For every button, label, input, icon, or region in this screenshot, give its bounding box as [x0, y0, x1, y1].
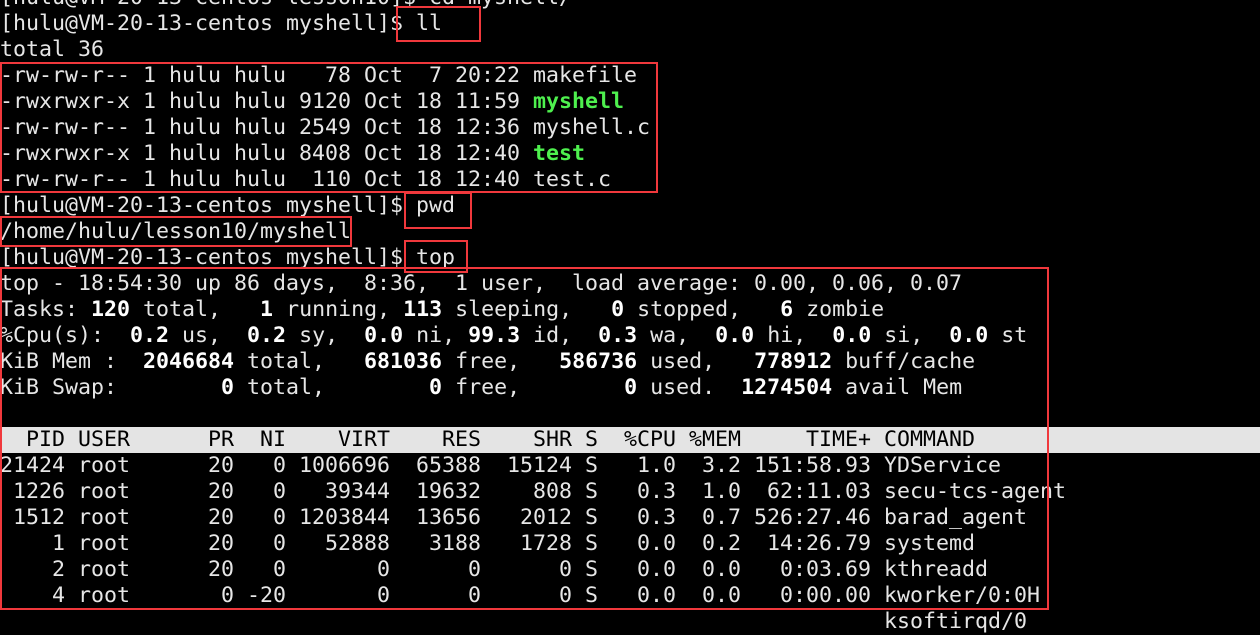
highlight-ll-output	[0, 62, 658, 193]
highlight-pwd-command	[404, 192, 472, 229]
terminal-text: [hulu@VM-20-13-centos myshell]$ ll	[0, 11, 443, 36]
terminal-text: total 36	[0, 37, 105, 62]
highlight-ll-command	[396, 6, 481, 42]
terminal-line: [hulu@VM-20-13-centos lesson10]$ cd mysh…	[0, 0, 1260, 11]
highlight-top-output	[0, 267, 1049, 610]
terminal-line: total 36	[0, 37, 1260, 63]
terminal-text: [hulu@VM-20-13-centos myshell]$ pwd	[0, 193, 456, 218]
terminal-line: [hulu@VM-20-13-centos myshell]$ ll	[0, 11, 1260, 37]
terminal-text: [hulu@VM-20-13-centos lesson10]$ cd mysh…	[0, 0, 572, 10]
process-table-row: ksoftirqd/0	[0, 609, 1028, 634]
highlight-pwd-output	[0, 216, 352, 247]
